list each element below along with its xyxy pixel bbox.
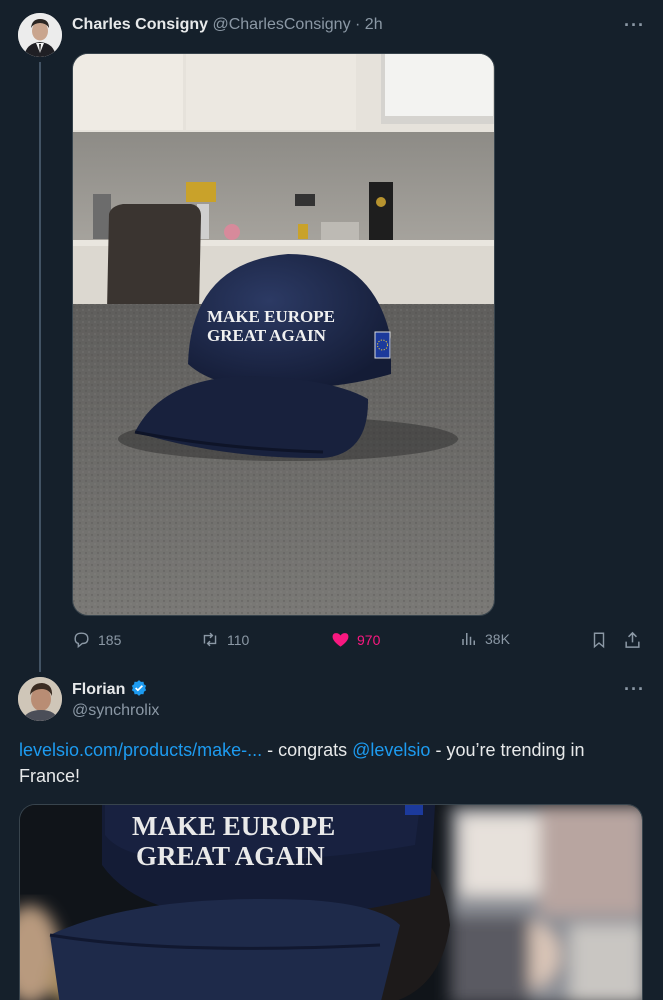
tweet1-action-bar: 185 110 970 38K (72, 630, 647, 654)
cap-text-line1: MAKE EUROPE (207, 307, 335, 326)
tweet2-handle[interactable]: @synchrolix (72, 701, 159, 721)
reply-icon (74, 632, 89, 649)
tweet2-text-middle: - congrats (262, 740, 353, 760)
worn-cap-text-line1: MAKE EUROPE (132, 811, 335, 841)
tweet2-mention[interactable]: @levelsio (352, 740, 430, 760)
tweet1-header: Charles Consigny @CharlesConsigny · 2h (72, 15, 383, 35)
bookmark-button[interactable] (590, 630, 608, 650)
cap-text-line2: GREAT AGAIN (207, 326, 327, 345)
bookmark-icon (593, 632, 605, 649)
reply-count: 185 (98, 631, 122, 648)
worn-cap-text-line2: GREAT AGAIN (136, 841, 325, 871)
tweet2-text: levelsio.com/products/make-... - congrat… (19, 737, 644, 789)
tweet1-media-image[interactable]: MAKE EUROPE GREAT AGAIN (72, 53, 495, 616)
reply-button[interactable]: 185 (72, 630, 121, 649)
avatar-charles[interactable] (18, 13, 62, 57)
views-button[interactable]: 38K (460, 630, 510, 648)
tweet2-link[interactable]: levelsio.com/products/make-... (19, 740, 262, 760)
tweet1-separator: · (355, 16, 361, 33)
tweet1-handle[interactable]: @CharlesConsigny (212, 16, 350, 33)
like-count: 970 (357, 631, 381, 648)
tweet1-display-name[interactable]: Charles Consigny (72, 16, 208, 33)
repost-icon (203, 632, 217, 647)
tweet2-header: Florian (72, 679, 148, 700)
tweet1-time[interactable]: 2h (365, 16, 383, 33)
verified-badge-icon (131, 680, 146, 696)
avatar-florian[interactable] (18, 677, 62, 721)
views-count: 38K (485, 631, 510, 647)
views-icon (462, 633, 475, 645)
share-icon (625, 631, 640, 648)
thread-line (39, 62, 41, 672)
tweet2-media-image[interactable]: MAKE EUROPE GREAT AGAIN (19, 804, 643, 1000)
like-button[interactable]: 970 (331, 630, 380, 649)
like-icon (332, 633, 349, 647)
tweet1-more-button[interactable]: ··· (624, 16, 645, 34)
cap-photo: MAKE EUROPE GREAT AGAIN (73, 54, 494, 615)
repost-button[interactable]: 110 (200, 630, 249, 649)
worn-cap-photo: MAKE EUROPE GREAT AGAIN (20, 805, 642, 1000)
share-button[interactable] (623, 630, 642, 650)
repost-count: 110 (227, 631, 250, 648)
tweet2-more-button[interactable]: ··· (624, 680, 645, 698)
tweet2-display-name[interactable]: Florian (72, 681, 125, 698)
